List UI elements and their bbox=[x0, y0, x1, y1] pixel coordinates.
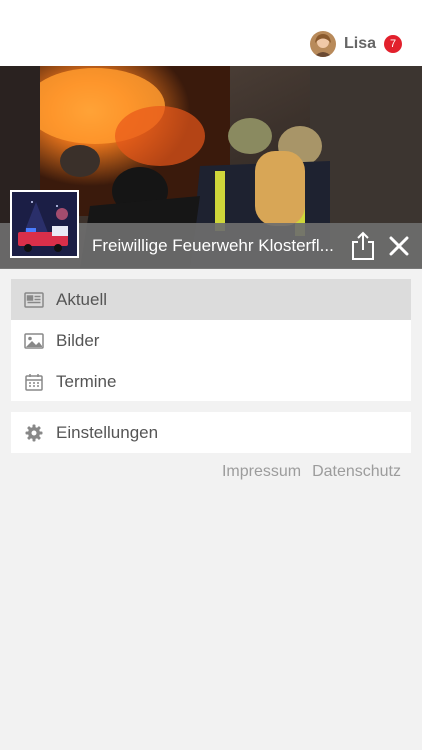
menu-item-termine[interactable]: Termine bbox=[11, 361, 411, 402]
avatar[interactable] bbox=[309, 31, 336, 57]
menu-item-bilder[interactable]: Bilder bbox=[11, 320, 411, 361]
group-logo bbox=[10, 190, 79, 258]
notification-badge[interactable]: 7 bbox=[384, 35, 402, 53]
top-bar: Lisa 7 bbox=[0, 0, 422, 66]
user-profile[interactable]: Lisa 7 bbox=[309, 30, 402, 58]
menu-item-aktuell[interactable]: Aktuell bbox=[11, 279, 411, 320]
close-icon bbox=[389, 236, 409, 256]
menu-item-label: Termine bbox=[56, 371, 117, 391]
impressum-link[interactable]: Impressum bbox=[222, 463, 301, 481]
user-name[interactable]: Lisa bbox=[344, 35, 376, 53]
menu-item-label: Aktuell bbox=[56, 289, 108, 309]
image-icon bbox=[24, 331, 44, 351]
close-button[interactable] bbox=[388, 235, 410, 257]
newspaper-icon bbox=[24, 290, 44, 310]
footer-links: Impressum Datenschutz bbox=[222, 463, 401, 481]
datenschutz-link[interactable]: Datenschutz bbox=[312, 463, 401, 481]
settings-label: Einstellungen bbox=[56, 422, 159, 442]
share-button[interactable] bbox=[350, 231, 376, 261]
calendar-icon bbox=[24, 372, 44, 392]
menu-item-label: Bilder bbox=[56, 330, 100, 350]
menu-item-einstellungen[interactable]: Einstellungen bbox=[11, 412, 411, 453]
share-icon bbox=[352, 231, 374, 260]
main-menu: Aktuell Bilder Termine bbox=[11, 279, 411, 401]
gear-icon bbox=[24, 423, 44, 443]
settings-menu: Einstellungen bbox=[11, 412, 411, 453]
group-title: Freiwillige Feuerwehr Klosterfl... bbox=[92, 236, 334, 255]
